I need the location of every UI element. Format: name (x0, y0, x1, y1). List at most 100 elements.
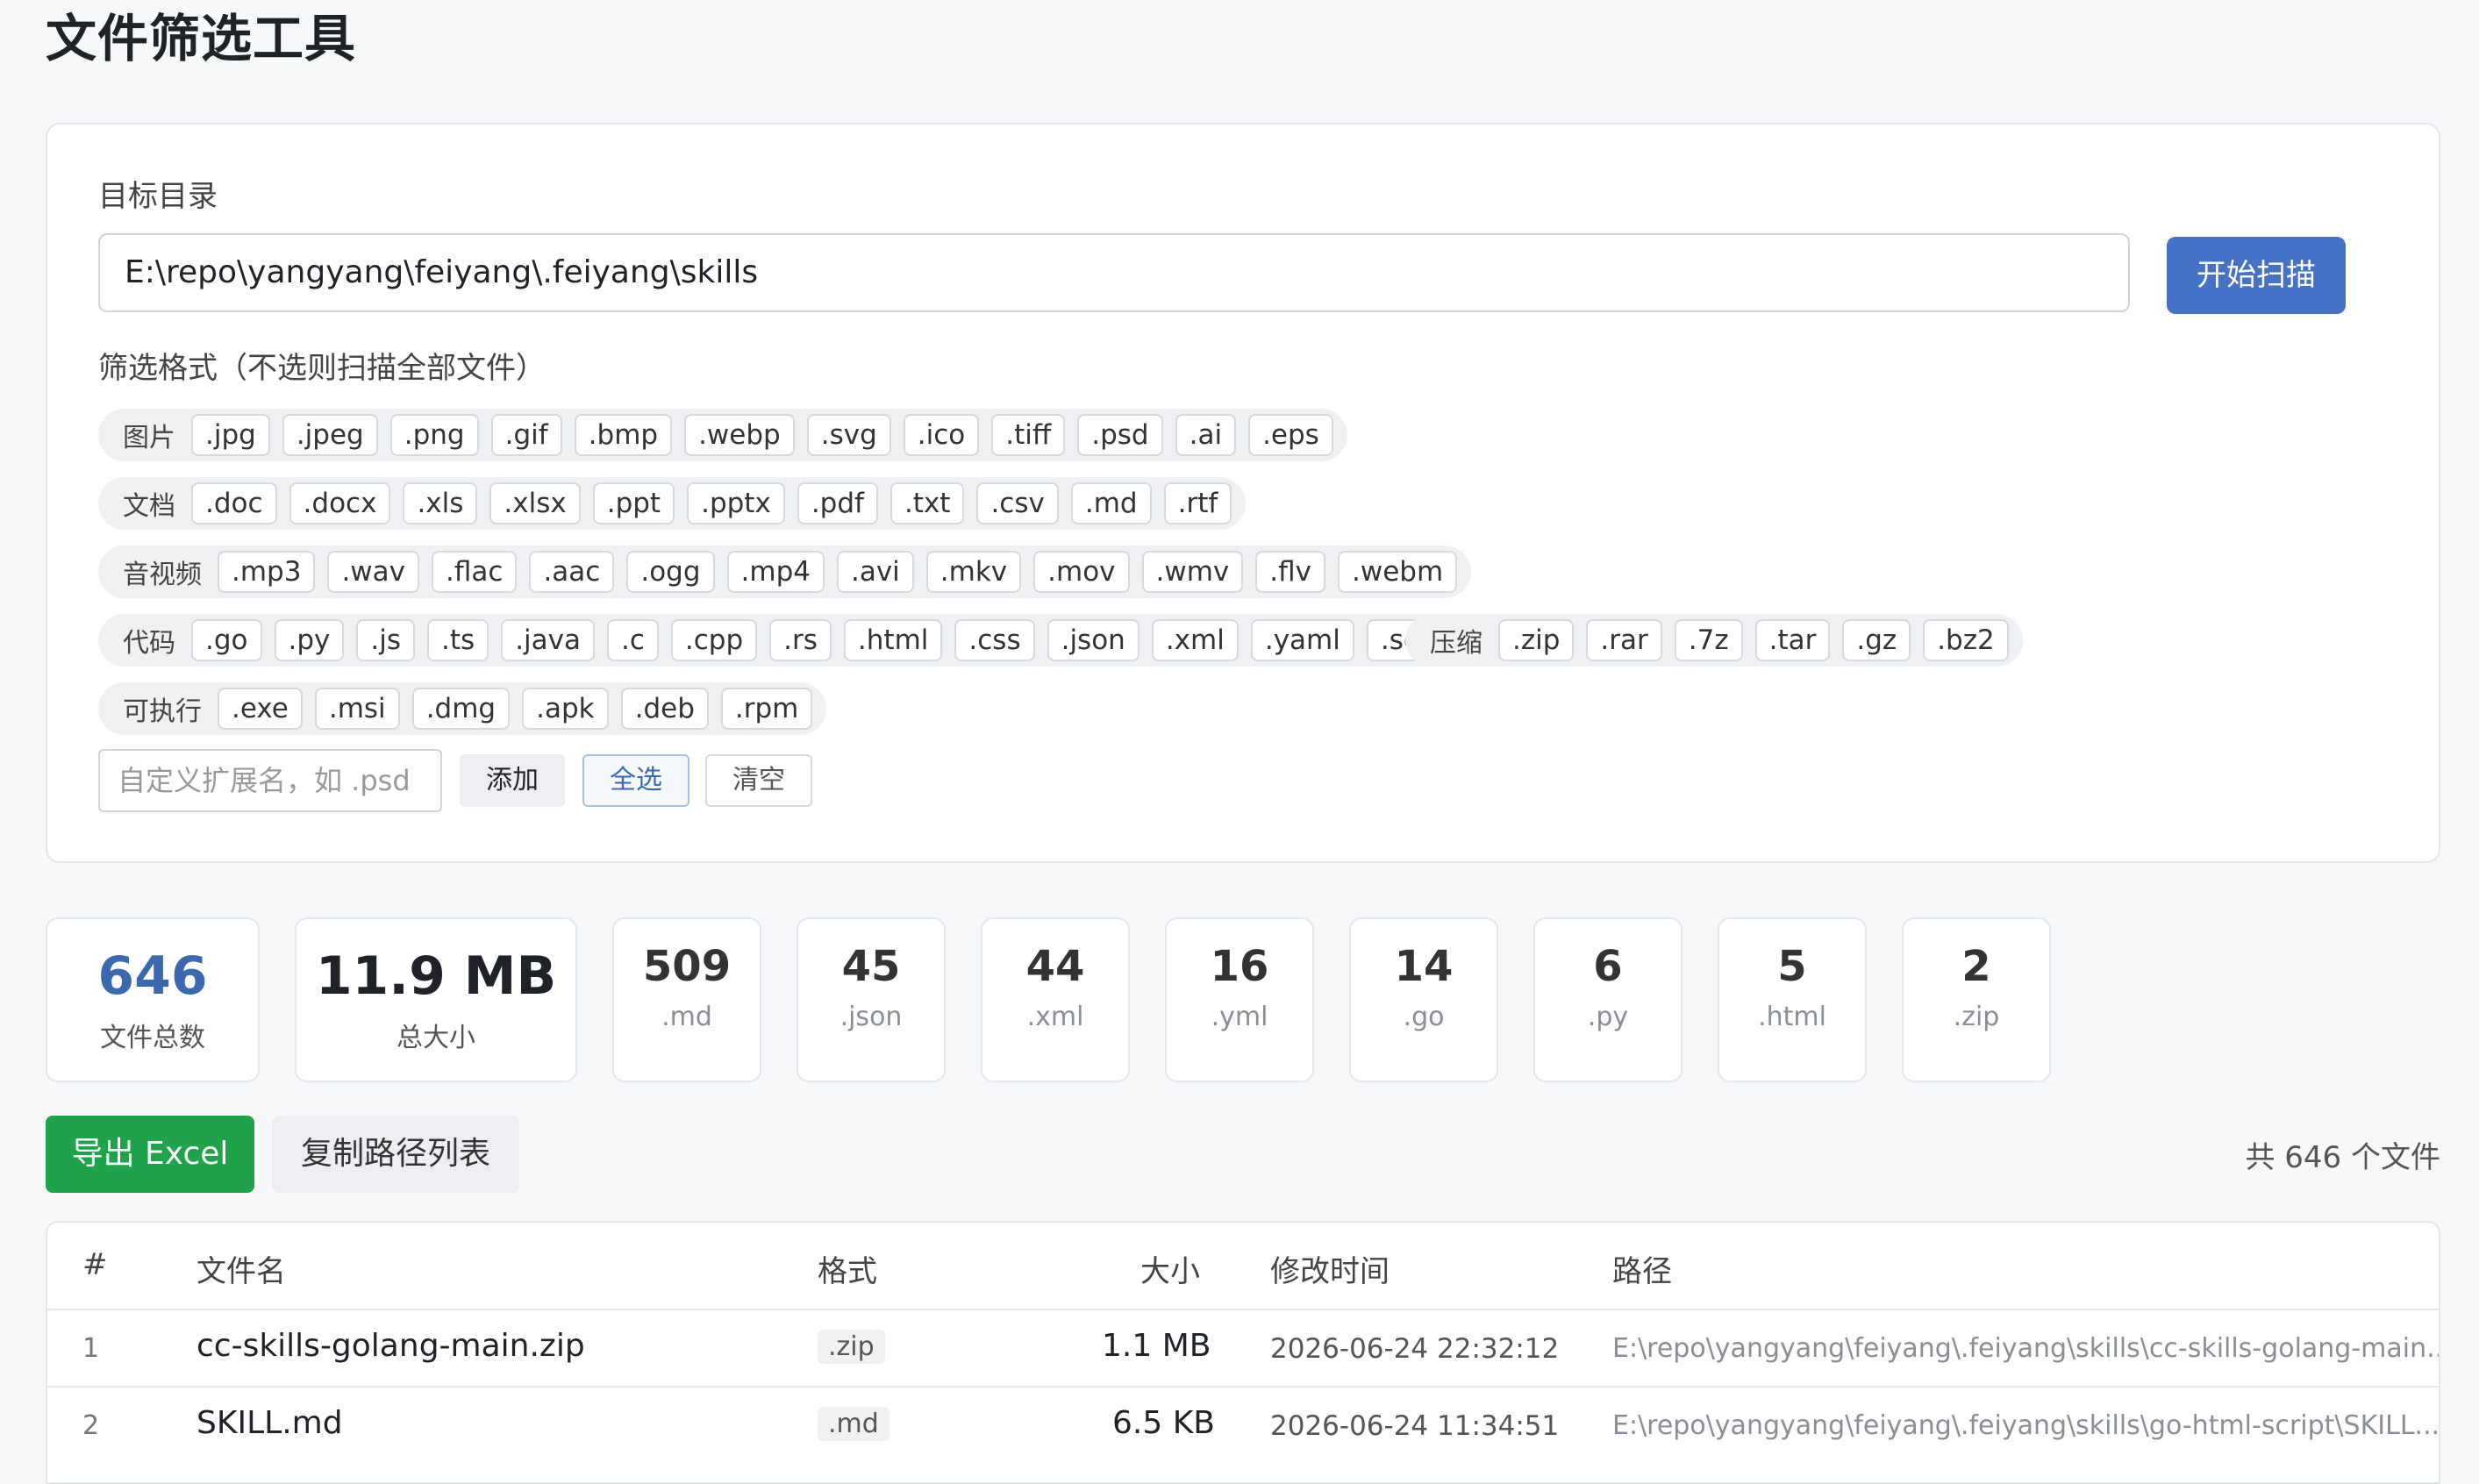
ext-chip[interactable]: .apk (522, 688, 609, 730)
stat-ext-card: 6 .py (1533, 917, 1682, 1082)
ext-chip[interactable]: .aac (529, 551, 615, 593)
ext-chip[interactable]: .webp (684, 414, 795, 456)
ext-chip[interactable]: .exe (218, 688, 303, 730)
ext-chip[interactable]: .csv (976, 482, 1059, 524)
ext-chip[interactable]: .wav (327, 551, 420, 593)
clear-button[interactable]: 清空 (705, 754, 812, 807)
export-excel-button[interactable]: 导出 Excel (46, 1116, 254, 1193)
ext-chip[interactable]: .msi (314, 688, 400, 730)
ext-chip[interactable]: .js (356, 619, 416, 661)
ext-chip[interactable]: .py (274, 619, 345, 661)
stat-ext-card: 5 .html (1718, 917, 1867, 1082)
ext-chip[interactable]: .pdf (797, 482, 878, 524)
ext-count: 2 (1961, 942, 1991, 991)
ext-chip[interactable]: .mkv (925, 551, 1022, 593)
group-label: 音视频 (123, 560, 202, 590)
ext-chip[interactable]: .psd (1077, 414, 1163, 456)
ext-chip[interactable]: .xlsx (489, 482, 581, 524)
total-size-value: 11.9 MB (315, 945, 557, 1007)
ext-chip[interactable]: .ts (427, 619, 489, 661)
ext-chip[interactable]: .go (191, 619, 262, 661)
ext-chip[interactable]: .png (389, 414, 479, 456)
ext-chip[interactable]: .rtf (1163, 482, 1232, 524)
stat-ext-card: 2 .zip (1902, 917, 2051, 1082)
ext-chip[interactable]: .rpm (720, 688, 813, 730)
col-name[interactable]: 文件名 (196, 1247, 286, 1290)
ext-chip[interactable]: .pptx (687, 482, 785, 524)
row-filename: cc-skills-golang-main.zip (196, 1328, 585, 1364)
select-all-button[interactable]: 全选 (582, 754, 689, 807)
stat-ext-card: 44 .xml (981, 917, 1130, 1082)
total-count-label: 文件总数 (100, 1023, 205, 1053)
row-filename: SKILL.md (196, 1405, 343, 1441)
col-index[interactable]: # (82, 1247, 108, 1282)
ext-chip[interactable]: .tiff (991, 414, 1066, 456)
ext-chip[interactable]: .gif (490, 414, 562, 456)
table-row[interactable]: 1 cc-skills-golang-main.zip .zip 1.1 MB … (47, 1310, 2439, 1388)
row-index: 1 (82, 1333, 100, 1364)
ext-chip[interactable]: .doc (191, 482, 277, 524)
ext-chip[interactable]: .gz (1842, 619, 1911, 661)
ext-chip[interactable]: .cpp (670, 619, 758, 661)
ext-chip[interactable]: .flv (1255, 551, 1326, 593)
stat-ext-card: 45 .json (797, 917, 946, 1082)
ext-chip[interactable]: .txt (889, 482, 965, 524)
ext-chip[interactable]: .ico (903, 414, 980, 456)
ext-chip[interactable]: .ogg (626, 551, 715, 593)
ext-chip[interactable]: .svg (806, 414, 891, 456)
ext-chip[interactable]: .mov (1033, 551, 1130, 593)
ext-chip[interactable]: .tar (1754, 619, 1831, 661)
group-label: 压缩 (1430, 628, 1482, 659)
ext-chip[interactable]: .yaml (1250, 619, 1354, 661)
col-path[interactable]: 路径 (1612, 1247, 1672, 1290)
custom-extension-input[interactable]: 自定义扩展名，如 .psd (98, 749, 442, 812)
ext-chip[interactable]: .ppt (592, 482, 675, 524)
ext-chip[interactable]: .flac (432, 551, 518, 593)
file-total-count: 共 646 个文件 (2245, 1140, 2440, 1175)
ext-chip[interactable]: .docx (289, 482, 391, 524)
ext-chip[interactable]: .css (954, 619, 1035, 661)
filter-group-code: 代码 .go .py .js .ts .java .c .cpp .rs .ht… (98, 614, 1457, 667)
col-size[interactable]: 大小 (1140, 1247, 1200, 1290)
directory-input[interactable]: E:\repo\yangyang\feiyang\.feiyang\skills (98, 233, 2130, 312)
ext-chip[interactable]: .eps (1248, 414, 1333, 456)
col-format[interactable]: 格式 (818, 1247, 877, 1290)
ext-chip[interactable]: .xml (1151, 619, 1239, 661)
ext-chip[interactable]: .html (843, 619, 943, 661)
ext-chip[interactable]: .jpg (191, 414, 270, 456)
ext-chip[interactable]: .wmv (1141, 551, 1244, 593)
ext-chip[interactable]: .mp4 (726, 551, 825, 593)
ext-chip[interactable]: .md (1070, 482, 1152, 524)
scan-button[interactable]: 开始扫描 (2167, 237, 2346, 314)
ext-chip[interactable]: .webm (1338, 551, 1458, 593)
col-mtime[interactable]: 修改时间 (1270, 1247, 1390, 1290)
ext-name: .zip (1953, 1002, 2000, 1032)
add-button[interactable]: 添加 (460, 754, 565, 807)
ext-chip[interactable]: .deb (620, 688, 709, 730)
row-size: 6.5 KB (1112, 1405, 1215, 1441)
ext-chip[interactable]: .zip (1498, 619, 1575, 661)
row-mtime: 2026-06-24 11:34:51 (1270, 1410, 1560, 1442)
ext-chip[interactable]: .avi (836, 551, 914, 593)
ext-chip[interactable]: .jpeg (282, 414, 378, 456)
ext-chip[interactable]: .xls (403, 482, 478, 524)
ext-chip[interactable]: .bmp (574, 414, 673, 456)
ext-chip[interactable]: .json (1047, 619, 1139, 661)
ext-name: .json (839, 1002, 903, 1032)
group-label: 可执行 (123, 696, 202, 727)
ext-chip[interactable]: .bz2 (1923, 619, 2009, 661)
ext-chip[interactable]: .7z (1674, 619, 1743, 661)
table-row[interactable]: 2 SKILL.md .md 6.5 KB 2026-06-24 11:34:5… (47, 1388, 2439, 1463)
ext-chip[interactable]: .ai (1175, 414, 1237, 456)
ext-chip[interactable]: .rar (1586, 619, 1662, 661)
row-size: 1.1 MB (1102, 1328, 1211, 1364)
copy-paths-button[interactable]: 复制路径列表 (272, 1116, 519, 1193)
ext-chip[interactable]: .java (501, 619, 595, 661)
ext-name: .html (1758, 1002, 1826, 1032)
ext-chip[interactable]: .dmg (411, 688, 511, 730)
directory-label: 目标目录 (98, 179, 218, 214)
stat-ext-card: 509 .md (612, 917, 761, 1082)
ext-chip[interactable]: .rs (769, 619, 832, 661)
ext-chip[interactable]: .mp3 (218, 551, 316, 593)
ext-chip[interactable]: .c (607, 619, 659, 661)
